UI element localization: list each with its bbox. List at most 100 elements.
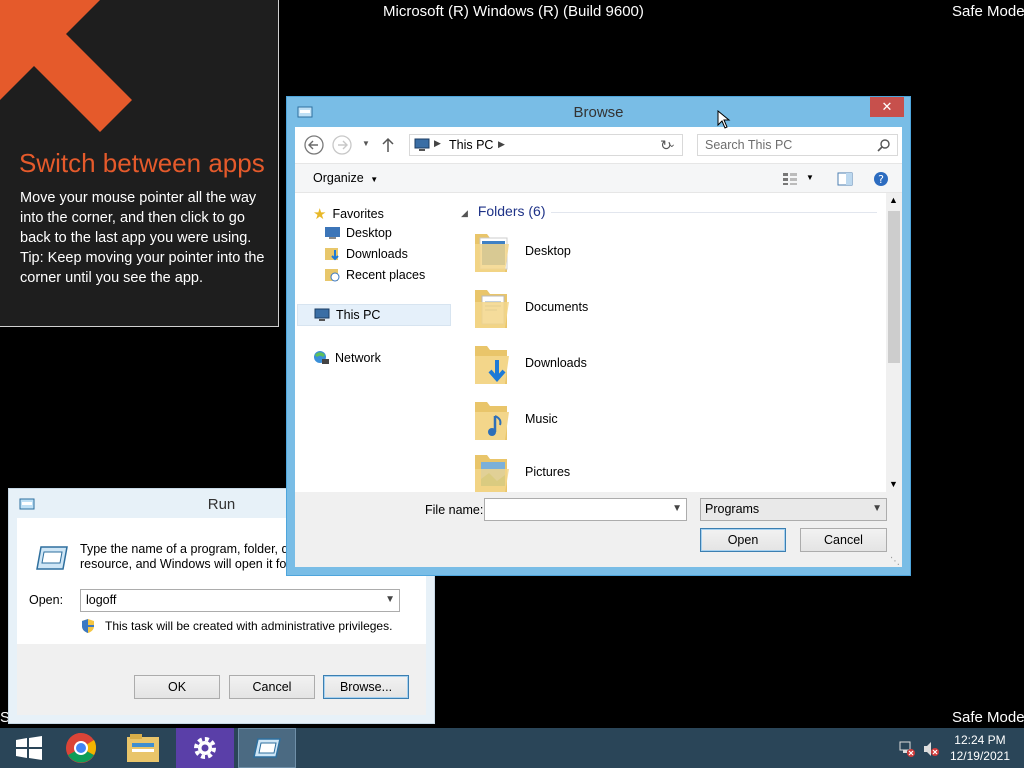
file-type-select[interactable]: Programs ▼ bbox=[700, 498, 887, 521]
close-icon[interactable]: ✕ bbox=[882, 99, 893, 115]
star-icon: ★ bbox=[313, 206, 327, 223]
address-bar[interactable]: ▶ This PC ▶ ⌄ bbox=[409, 134, 683, 156]
taskbar-file-explorer[interactable] bbox=[114, 728, 172, 768]
hint-body: Move your mouse pointer all the way into… bbox=[20, 188, 268, 288]
chevron-down-icon[interactable]: ▼ bbox=[872, 503, 882, 514]
volume-muted-icon[interactable] bbox=[922, 740, 940, 758]
run-open-value[interactable]: logoff bbox=[86, 593, 116, 607]
corner-arrow-icon bbox=[0, 0, 132, 132]
scrollbar-thumb[interactable] bbox=[888, 211, 900, 363]
chevron-down-icon[interactable]: ▼ bbox=[370, 175, 378, 184]
navigation-pane: ★ Favorites Desktop Downloads Recent pla… bbox=[295, 193, 455, 493]
chrome-icon[interactable] bbox=[65, 732, 97, 764]
nav-desktop-label: Desktop bbox=[346, 226, 392, 240]
svg-text:?: ? bbox=[878, 173, 884, 186]
nav-network-label: Network bbox=[335, 350, 381, 365]
start-button[interactable] bbox=[0, 728, 58, 768]
taskbar-settings[interactable] bbox=[176, 728, 234, 768]
taskbar: 12:24 PM 12/19/2021 bbox=[0, 728, 1024, 768]
file-selection-pane: File name: ▼ Programs ▼ Open Cancel ⋱ bbox=[295, 492, 902, 567]
cancel-button[interactable]: Cancel bbox=[800, 528, 887, 552]
collapse-group-icon[interactable]: ◢ bbox=[461, 208, 468, 218]
run-ok-button[interactable]: OK bbox=[134, 675, 220, 699]
folder-item-desktop[interactable]: Desktop bbox=[473, 228, 571, 274]
browse-dialog: Browse ✕ ▼ ▶ This PC ▶ ⌄ ↻ Search This P… bbox=[286, 96, 911, 576]
run-open-combobox[interactable]: logoff ▼ bbox=[80, 589, 400, 612]
windows-logo-icon[interactable] bbox=[16, 736, 42, 760]
file-type-value[interactable]: Programs bbox=[705, 502, 759, 516]
view-options-icon[interactable] bbox=[782, 172, 798, 186]
downloads-folder-icon bbox=[475, 346, 509, 384]
chevron-down-icon[interactable]: ▼ bbox=[672, 503, 682, 514]
open-button[interactable]: Open bbox=[700, 528, 786, 552]
network-status-icon[interactable] bbox=[898, 740, 916, 758]
scroll-down-icon[interactable]: ▼ bbox=[889, 479, 898, 489]
this-pc-nav-icon bbox=[314, 308, 330, 321]
scroll-up-icon[interactable]: ▲ bbox=[889, 195, 898, 205]
resize-grip-icon[interactable]: ⋱ bbox=[890, 556, 900, 567]
nav-favorites[interactable]: ★ Favorites bbox=[313, 205, 384, 223]
file-name-label: File name: bbox=[425, 503, 484, 517]
close-button[interactable]: ✕ bbox=[870, 97, 904, 117]
browse-body: ▼ ▶ This PC ▶ ⌄ ↻ Search This PC Organiz… bbox=[295, 127, 902, 567]
file-name-combobox[interactable]: ▼ bbox=[484, 498, 687, 521]
clock-date[interactable]: 12/19/2021 bbox=[950, 748, 1010, 764]
switch-apps-hint-panel: Switch between apps Move your mouse poin… bbox=[0, 0, 279, 327]
search-input[interactable]: Search This PC bbox=[697, 134, 898, 156]
run-program-icon bbox=[36, 546, 68, 570]
taskbar-chrome[interactable] bbox=[52, 728, 110, 768]
search-icon[interactable] bbox=[877, 138, 891, 152]
organize-label[interactable]: Organize bbox=[313, 171, 364, 185]
folder-item-downloads[interactable]: Downloads bbox=[473, 340, 587, 386]
recent-places-icon bbox=[325, 269, 340, 282]
refresh-button[interactable]: ↻ bbox=[655, 135, 677, 155]
chevron-down-icon[interactable]: ▼ bbox=[385, 594, 395, 605]
help-icon[interactable]: ? bbox=[873, 171, 889, 187]
group-header-divider bbox=[551, 212, 877, 213]
folder-item-documents[interactable]: Documents bbox=[473, 284, 588, 330]
nav-downloads[interactable]: Downloads bbox=[325, 247, 408, 261]
browse-titlebar[interactable]: Browse ✕ bbox=[287, 97, 910, 127]
gear-icon[interactable] bbox=[191, 734, 219, 762]
safe-mode-label-bottom: Safe Mode bbox=[952, 709, 1024, 726]
nav-desktop[interactable]: Desktop bbox=[325, 226, 392, 240]
folder-item-pictures[interactable]: Pictures bbox=[473, 452, 570, 492]
nav-recent-places[interactable]: Recent places bbox=[325, 268, 425, 282]
refresh-icon[interactable]: ↻ bbox=[660, 137, 672, 154]
system-clock[interactable]: 12:24 PM 12/19/2021 bbox=[950, 732, 1010, 764]
group-header[interactable]: ◢ Folders (6) bbox=[461, 203, 546, 219]
run-browse-button[interactable]: Browse... bbox=[323, 675, 409, 699]
nav-downloads-label: Downloads bbox=[346, 247, 408, 261]
uac-shield-icon bbox=[82, 619, 94, 633]
recent-locations-chevron-icon[interactable]: ▼ bbox=[362, 139, 370, 148]
organize-button[interactable]: Organize ▼ bbox=[313, 171, 378, 185]
breadcrumb-this-pc[interactable]: This PC bbox=[449, 138, 493, 152]
folder-label-pictures: Pictures bbox=[525, 465, 571, 479]
run-icon[interactable] bbox=[252, 737, 282, 759]
folder-item-music[interactable]: Music bbox=[473, 396, 558, 442]
nav-this-pc-label: This PC bbox=[336, 308, 381, 322]
browse-title: Browse bbox=[573, 104, 624, 121]
up-arrow-icon[interactable] bbox=[381, 137, 395, 153]
file-explorer-icon[interactable] bbox=[126, 733, 160, 763]
folder-label-music: Music bbox=[525, 412, 558, 426]
view-chevron-icon[interactable]: ▼ bbox=[806, 173, 814, 182]
nav-network[interactable]: Network bbox=[313, 350, 381, 365]
search-placeholder[interactable]: Search This PC bbox=[705, 138, 792, 152]
breadcrumb-separator-icon[interactable]: ▶ bbox=[434, 138, 441, 149]
hint-tip: Tip: Keep moving your pointer into the c… bbox=[20, 250, 265, 286]
clock-time[interactable]: 12:24 PM bbox=[950, 732, 1010, 748]
back-arrow-icon[interactable] bbox=[303, 134, 325, 156]
forward-arrow-icon[interactable] bbox=[331, 134, 353, 156]
taskbar-run[interactable] bbox=[238, 728, 296, 768]
run-open-label: Open: bbox=[29, 593, 64, 607]
run-cancel-button[interactable]: Cancel bbox=[229, 675, 315, 699]
nav-this-pc[interactable]: This PC bbox=[297, 304, 451, 326]
desktop-folder-icon bbox=[475, 234, 509, 272]
nav-recent-places-label: Recent places bbox=[346, 268, 426, 282]
breadcrumb-separator-icon[interactable]: ▶ bbox=[498, 139, 505, 150]
os-build-label: Microsoft (R) Windows (R) (Build 9600) bbox=[383, 3, 644, 20]
vertical-scrollbar[interactable]: ▲ ▼ bbox=[886, 193, 902, 492]
safe-mode-label-top: Safe Mode bbox=[952, 3, 1024, 20]
preview-pane-icon[interactable] bbox=[837, 172, 853, 186]
